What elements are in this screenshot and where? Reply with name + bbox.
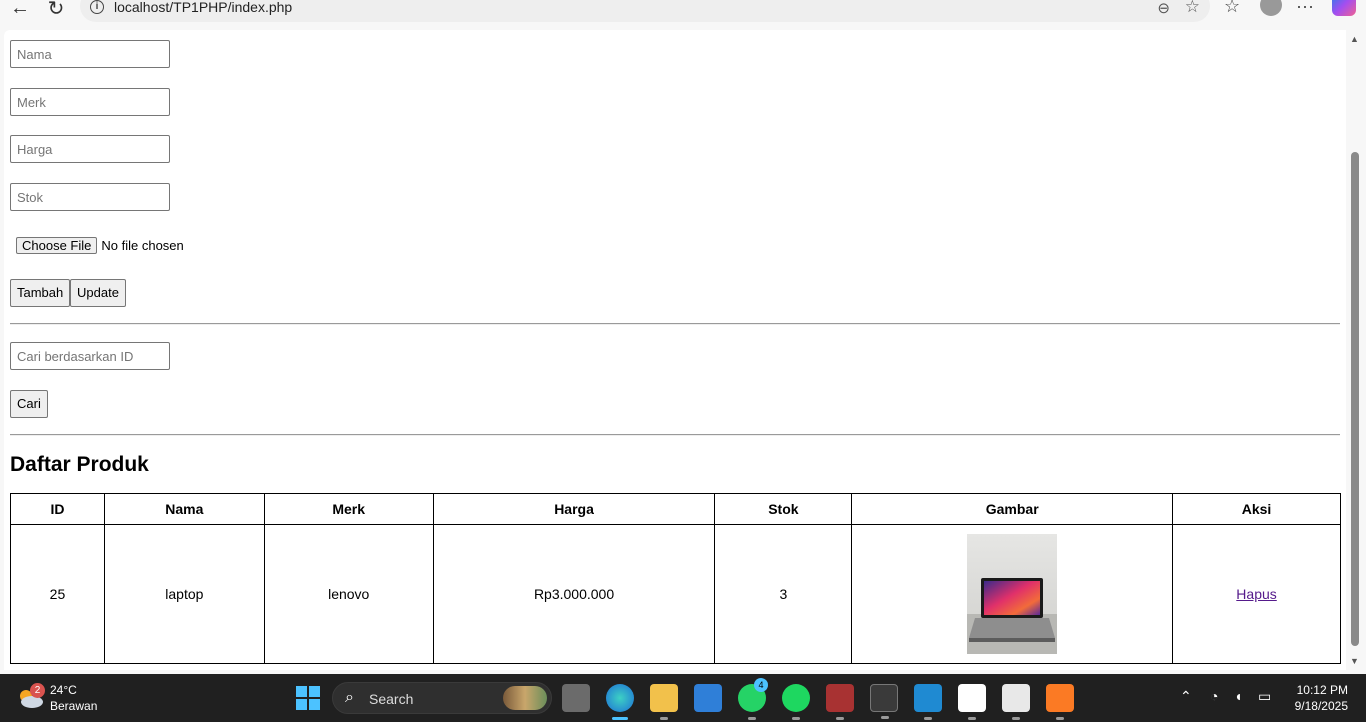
volume-icon[interactable]: ◖ <box>1234 688 1242 704</box>
scroll-up-arrow-icon[interactable]: ▲ <box>1350 34 1359 44</box>
column-header-nama: Nama <box>103 493 265 525</box>
favorites-list-icon[interactable]: ☆ <box>1224 0 1240 17</box>
cell-aksi: Hapus <box>1172 524 1341 664</box>
favorite-star-icon[interactable]: ☆ <box>1185 0 1200 17</box>
clock[interactable]: 10:12 PM 9/18/2025 <box>1295 682 1348 714</box>
merk-input[interactable] <box>11 89 169 115</box>
winrar-icon[interactable] <box>826 684 854 720</box>
cell-gambar <box>851 524 1174 664</box>
whatsapp-badge: 4 <box>754 678 768 692</box>
harga-field[interactable] <box>10 135 170 163</box>
search-highlight-image <box>503 686 547 710</box>
tambah-button[interactable]: Tambah <box>10 279 71 307</box>
spotify-icon[interactable] <box>782 684 810 720</box>
choose-file-button[interactable]: Choose File <box>16 237 98 254</box>
scrollbar-thumb[interactable] <box>1351 152 1359 646</box>
weather-description: Berawan <box>50 699 98 713</box>
show-hidden-icons-chevron-icon[interactable]: ⌃ <box>1180 688 1192 705</box>
stok-field[interactable] <box>10 183 170 211</box>
vscode-icon[interactable] <box>914 684 942 720</box>
search-label: Search <box>369 691 414 707</box>
windows-logo-icon <box>296 686 320 710</box>
scroll-down-arrow-icon[interactable]: ▼ <box>1350 656 1359 666</box>
merk-field[interactable] <box>10 88 170 116</box>
column-header-aksi: Aksi <box>1172 493 1341 525</box>
more-menu-icon[interactable]: ··· <box>1296 0 1314 17</box>
xampp-icon[interactable] <box>1046 684 1074 720</box>
microsoft-store-icon[interactable] <box>694 684 722 712</box>
wifi-icon[interactable]: ◔ <box>1210 688 1218 704</box>
clock-time: 10:12 PM <box>1296 683 1348 697</box>
cari-button[interactable]: Cari <box>10 390 48 418</box>
taskbar-search[interactable]: ⌕ Search <box>332 682 552 714</box>
divider <box>10 323 1340 325</box>
column-header-gambar: Gambar <box>851 493 1174 525</box>
vertical-scrollbar[interactable]: ▲ ▼ <box>1348 30 1362 670</box>
harga-input[interactable] <box>11 136 169 162</box>
cell-nama: laptop <box>103 524 265 664</box>
page-viewport: Choose File No file chosen Tambah Update… <box>4 30 1346 670</box>
nama-input[interactable] <box>11 41 169 67</box>
stok-input[interactable] <box>11 184 169 210</box>
clock-date: 9/18/2025 <box>1294 699 1348 713</box>
snipping-tool-icon[interactable] <box>1002 684 1030 720</box>
url-text[interactable]: localhost/TP1PHP/index.php <box>114 0 292 15</box>
profile-avatar-icon[interactable] <box>1260 0 1282 16</box>
taskbar: 2 24°C Berawan ⌕ Search 4 ⌃ ◔ ◖ ▭ 10:12 … <box>0 674 1366 722</box>
column-header-harga: Harga <box>432 493 716 525</box>
column-header-merk: Merk <box>263 493 434 525</box>
weather-cloud-icon: 2 <box>16 683 45 709</box>
weather-temperature: 24°C <box>50 683 77 697</box>
address-bar[interactable]: i localhost/TP1PHP/index.php ⊖ ☆ <box>80 0 1210 22</box>
search-id-input[interactable] <box>11 343 169 369</box>
column-header-stok: Stok <box>714 493 853 525</box>
table-row: 25 laptop lenovo Rp3.000.000 3 Hapus <box>10 524 1341 664</box>
file-status-text: No file chosen <box>101 238 184 253</box>
nama-field[interactable] <box>10 40 170 68</box>
capcut-icon[interactable] <box>958 684 986 720</box>
browser-toolbar: ← ↻ i localhost/TP1PHP/index.php ⊖ ☆ ☆ ·… <box>0 0 1366 30</box>
product-table: ID Nama Merk Harga Stok Gambar Aksi 25 l… <box>10 493 1341 664</box>
whatsapp-icon[interactable]: 4 <box>738 678 768 720</box>
task-view-icon[interactable] <box>562 684 590 712</box>
update-button[interactable]: Update <box>70 279 126 307</box>
reload-icon[interactable]: ↻ <box>44 0 68 20</box>
cell-id: 25 <box>10 524 105 664</box>
zoom-out-icon[interactable]: ⊖ <box>1157 0 1170 17</box>
edge-browser-icon[interactable] <box>606 684 634 720</box>
page-title: Daftar Produk <box>10 453 149 476</box>
copilot-icon[interactable] <box>1332 0 1356 16</box>
column-header-id: ID <box>10 493 105 525</box>
start-button[interactable] <box>294 684 322 712</box>
site-info-icon[interactable]: i <box>90 0 104 14</box>
divider <box>10 434 1340 436</box>
cell-merk: lenovo <box>263 524 434 664</box>
cell-stok: 3 <box>714 524 853 664</box>
battery-icon[interactable]: ▭ <box>1258 688 1271 705</box>
laptop-image <box>967 534 1058 654</box>
weather-widget[interactable]: 2 24°C Berawan <box>16 682 97 714</box>
search-icon: ⌕ <box>345 689 354 706</box>
file-explorer-icon[interactable] <box>650 684 678 720</box>
cell-harga: Rp3.000.000 <box>432 524 716 664</box>
search-id-field[interactable] <box>10 342 170 370</box>
weather-badge: 2 <box>30 683 45 698</box>
table-header-row: ID Nama Merk Harga Stok Gambar Aksi <box>10 493 1341 525</box>
terminal-icon[interactable] <box>870 684 898 719</box>
hapus-link[interactable]: Hapus <box>1236 586 1276 602</box>
back-arrow-icon[interactable]: ← <box>8 0 32 20</box>
file-upload: Choose File No file chosen <box>16 237 184 254</box>
